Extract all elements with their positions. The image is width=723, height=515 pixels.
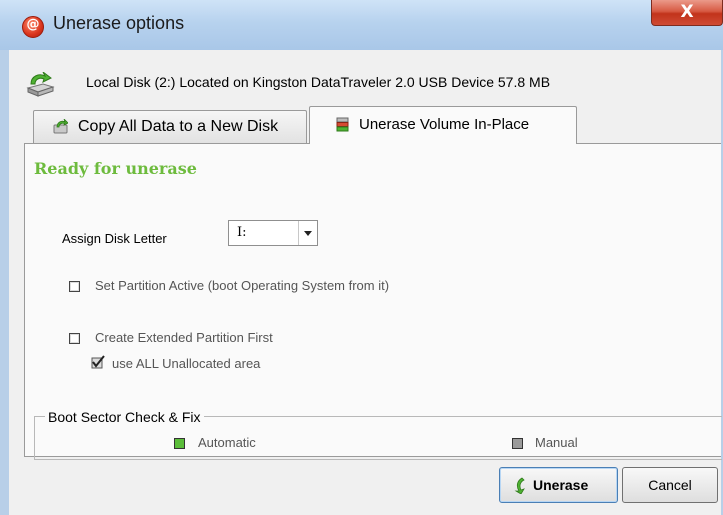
use-all-unallocated-checkbox[interactable] bbox=[91, 355, 105, 369]
disk-info-label: Local Disk (2:) Located on Kingston Data… bbox=[86, 74, 551, 90]
unerase-button[interactable]: Unerase bbox=[499, 467, 618, 503]
close-button[interactable]: X bbox=[651, 0, 723, 26]
status-heading: Ready for unerase bbox=[34, 159, 197, 178]
green-arrow-icon bbox=[514, 477, 525, 494]
assign-disk-letter-label: Assign Disk Letter bbox=[62, 231, 167, 246]
disk-letter-dropdown[interactable]: I: bbox=[228, 220, 318, 246]
automatic-radio[interactable] bbox=[174, 438, 185, 449]
disk-restore-icon bbox=[26, 72, 55, 97]
use-all-unallocated-label: use ALL Unallocated area bbox=[112, 356, 261, 371]
create-extended-partition-label: Create Extended Partition First bbox=[95, 330, 273, 345]
close-icon: X bbox=[680, 2, 694, 22]
unerase-button-label: Unerase bbox=[533, 477, 589, 493]
unerase-options-dialog: Unerase options X Local Disk (2:) Locate… bbox=[0, 0, 723, 515]
boot-sector-group-title: Boot Sector Check & Fix bbox=[45, 409, 204, 425]
automatic-radio-label: Automatic bbox=[198, 435, 256, 450]
copy-disk-icon bbox=[53, 119, 68, 134]
tab-copy-all-data[interactable]: Copy All Data to a New Disk bbox=[33, 110, 307, 143]
manual-radio[interactable] bbox=[512, 438, 523, 449]
window-title: Unerase options bbox=[53, 13, 185, 33]
disk-letter-value: I: bbox=[237, 225, 247, 240]
unerase-in-place-panel: Ready for unerase Assign Disk Letter I: … bbox=[24, 143, 722, 460]
window-frame-left bbox=[0, 50, 9, 515]
manual-radio-label: Manual bbox=[535, 435, 578, 450]
create-extended-partition-checkbox[interactable] bbox=[69, 333, 80, 344]
app-logo-icon bbox=[22, 16, 44, 38]
volume-stack-icon bbox=[336, 117, 349, 132]
tab-unerase-in-place-label: Unerase Volume In-Place bbox=[359, 116, 530, 133]
title-bar[interactable]: Unerase options X bbox=[0, 0, 723, 50]
chevron-down-icon[interactable] bbox=[298, 221, 318, 245]
tab-copy-all-data-label: Copy All Data to a New Disk bbox=[78, 118, 279, 135]
tab-unerase-in-place[interactable]: Unerase Volume In-Place bbox=[309, 106, 577, 144]
cancel-button[interactable]: Cancel bbox=[622, 467, 718, 503]
dialog-client-area: Local Disk (2:) Located on Kingston Data… bbox=[9, 50, 722, 515]
set-partition-active-label: Set Partition Active (boot Operating Sys… bbox=[95, 278, 390, 293]
set-partition-active-checkbox[interactable] bbox=[69, 281, 80, 292]
cancel-button-label: Cancel bbox=[648, 477, 692, 493]
